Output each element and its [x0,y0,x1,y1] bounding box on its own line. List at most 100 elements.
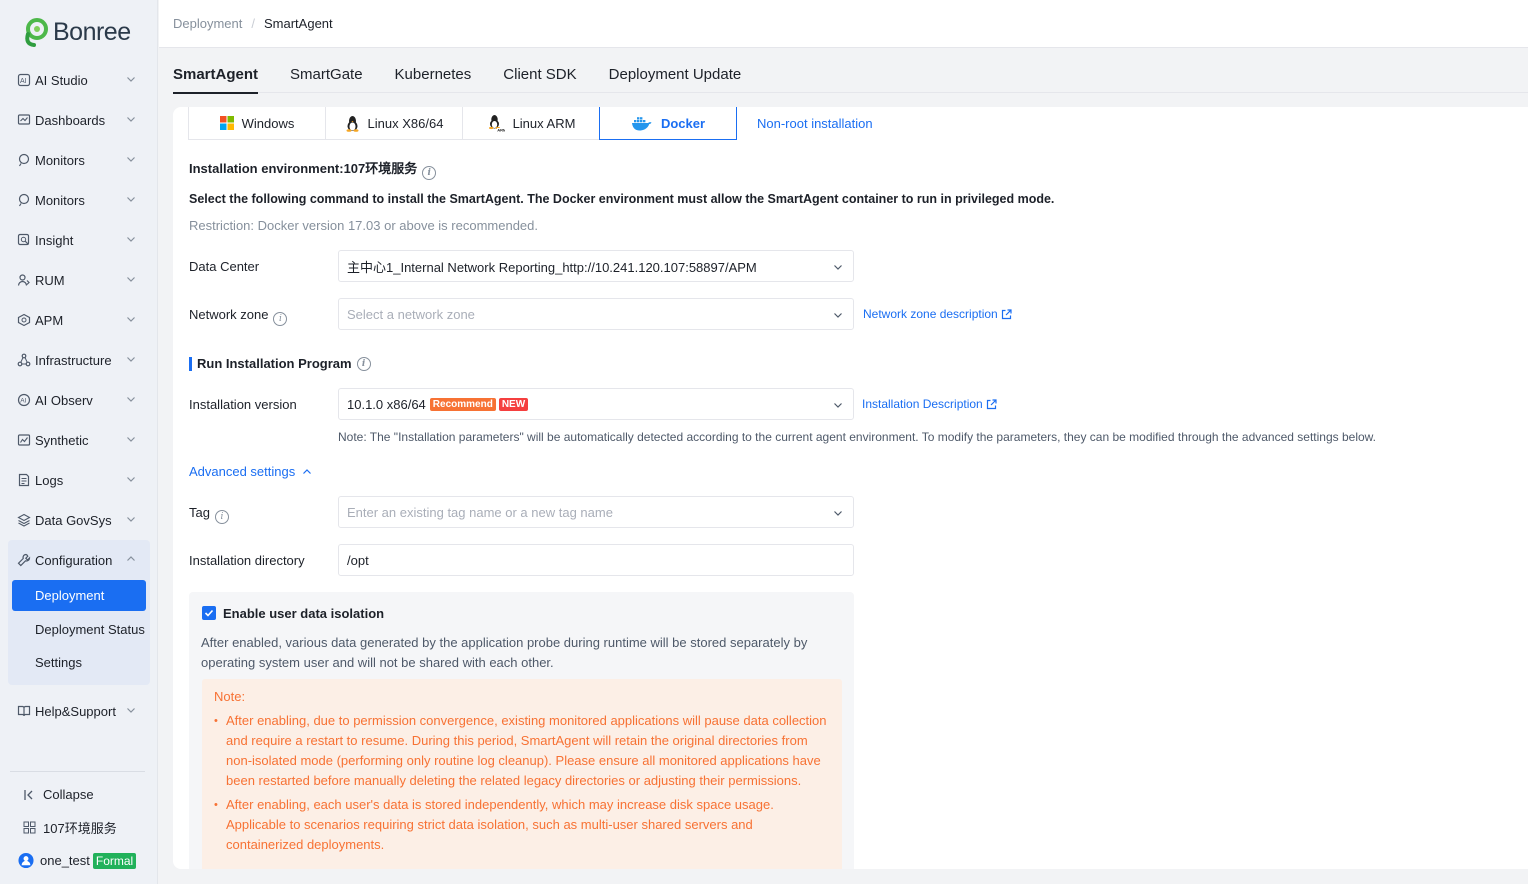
tab-smartgate[interactable]: SmartGate [290,57,363,93]
grid-icon [21,820,37,836]
network-zone-placeholder: Select a network zone [347,306,475,322]
smartagent-panel: Windows Linux X86/64 ARM Linux ARM Docke… [173,107,1528,869]
deployment-tabs: SmartAgent SmartGate Kubernetes Client S… [173,57,1528,94]
sidebar-item-monitors[interactable]: Monitors [8,180,150,220]
sidebar-item-apm[interactable]: APM [8,300,150,340]
sidebar-item-synthetic[interactable]: Synthetic [8,420,150,460]
sidebar-item-label: AI Studio [35,72,88,88]
non-root-installation-link[interactable]: Non-root installation [757,116,873,131]
installation-version-label: Installation version [189,397,297,412]
network-zone-description-link[interactable]: Network zone description [863,307,1012,321]
sidebar-subitem-deployment-status[interactable]: Deployment Status [8,613,150,646]
run-installation-title: Run Installation Program i [189,356,371,371]
isolation-description: After enabled, various data generated by… [201,633,807,673]
os-tab-windows[interactable]: Windows [188,107,326,140]
installation-version-select[interactable]: 10.1.0 x86/64 Recommend NEW [338,388,854,420]
tab-kubernetes[interactable]: Kubernetes [395,57,472,93]
user-menu[interactable]: one_test Formal [10,844,145,877]
chevron-down-icon [127,77,135,82]
info-icon[interactable]: i [356,356,371,371]
network-zone-label-text: Network zone [189,307,269,322]
linux-arm-icon: ARM [487,114,505,132]
sidebar-item-insight[interactable]: Insight [8,220,150,260]
breadcrumb-current: SmartAgent [264,16,333,31]
sidebar-item-monitors[interactable]: Monitors [8,140,150,180]
isolation-desc-line2: operating system user and will not be sh… [201,655,554,670]
installation-environment: Installation environment:107环境服务 i [189,158,437,180]
installation-environment-text: Installation environment:107环境服务 [189,161,418,176]
chevron-down-icon [127,117,135,122]
sidebar-subitem-deployment[interactable]: Deployment [12,580,146,611]
tab-client-sdk[interactable]: Client SDK [503,57,576,93]
brand-name: Bonree [53,17,131,46]
installation-description-link[interactable]: Installation Description [862,397,997,411]
sidebar-item-dashboards[interactable]: Dashboards [8,100,150,140]
sidebar-subitem-settings[interactable]: Settings [8,646,150,679]
sidebar-item-ai-studio[interactable]: AI AI Studio [8,60,150,100]
ai-observ-icon: AI [16,392,32,408]
info-icon[interactable]: i [214,510,229,524]
external-link-icon [1001,308,1012,320]
network-zone-select[interactable]: Select a network zone [338,298,854,330]
sidebar-item-label: Insight [35,232,74,248]
installation-version-note: Note: The "Installation parameters" will… [338,430,1376,444]
data-gov-icon [16,512,32,528]
isolation-title: Enable user data isolation [223,606,385,621]
advanced-settings-toggle[interactable]: Advanced settings [189,464,312,479]
infrastructure-icon [16,352,32,368]
environment-switcher[interactable]: 107环境服务 [10,811,145,844]
sidebar-item-label: Configuration [35,552,113,568]
chevron-down-icon [127,357,135,362]
chevron-down-icon [127,157,135,162]
user-name: one_test [40,853,90,868]
enable-isolation-checkbox[interactable] [202,606,216,620]
svg-text:AI: AI [20,78,27,85]
sidebar-item-logs[interactable]: Logs [8,460,150,500]
rum-icon [16,272,32,288]
collapse-button[interactable]: Collapse [10,778,145,811]
sidebar-item-ai-observ[interactable]: AI AI Observ [8,380,150,420]
chevron-down-icon [834,265,842,270]
tab-smartagent[interactable]: SmartAgent [173,57,259,94]
nav-group-configuration: Configuration Deployment Deployment Stat… [8,540,150,685]
info-icon[interactable]: i [273,312,288,326]
note-item: After enabling, each user's data is stor… [214,795,830,855]
os-tab-docker[interactable]: Docker [599,107,737,140]
installation-directory-input[interactable]: /opt [338,544,854,576]
bonree-logo[interactable]: Bonree [20,14,131,50]
os-tab-linux-arm[interactable]: ARM Linux ARM [462,107,600,140]
chevron-down-icon [834,403,842,408]
network-zone-label: Network zone i [189,307,288,326]
data-center-select[interactable]: 主中心1_Internal Network Reporting_http://1… [338,250,854,282]
installation-directory-label: Installation directory [189,553,305,568]
bonree-logo-icon [20,16,52,48]
synthetic-icon [16,432,32,448]
sidebar-item-help[interactable]: Help&Support [8,691,150,731]
chevron-down-icon [127,237,135,242]
sidebar-item-rum[interactable]: RUM [8,260,150,300]
os-tab-linux-x86[interactable]: Linux X86/64 [325,107,463,140]
user-badge: Formal [92,852,137,869]
docker-icon [631,116,653,131]
tab-deployment-update[interactable]: Deployment Update [609,57,742,93]
sidebar-item-label: APM [35,312,64,328]
windows-icon [219,116,234,130]
info-icon[interactable]: i [422,166,437,180]
isolation-note: Note: After enabling, due to permission … [202,679,842,869]
user-data-isolation-panel: Enable user data isolation After enabled… [189,592,854,869]
breadcrumb-deployment[interactable]: Deployment [173,16,242,31]
sidebar-item-infrastructure[interactable]: Infrastructure [8,340,150,380]
wrench-icon [16,552,32,568]
chevron-down-icon [127,517,135,522]
tag-select[interactable]: Enter an existing tag name or a new tag … [338,496,854,528]
sidebar-item-label: Monitors [35,192,85,208]
sidebar-item-label: Infrastructure [35,352,112,368]
sidebar-item-configuration[interactable]: Configuration [8,540,150,580]
os-tab-label: Docker [660,115,706,131]
chevron-up-icon [127,556,135,561]
breadcrumb: Deployment / SmartAgent [173,16,333,31]
installation-version-value: 10.1.0 x86/64 [347,396,426,412]
sidebar-item-data-govsys[interactable]: Data GovSys [8,500,150,540]
monitor-icon [16,152,32,168]
sidebar-item-label: Monitors [35,152,85,168]
